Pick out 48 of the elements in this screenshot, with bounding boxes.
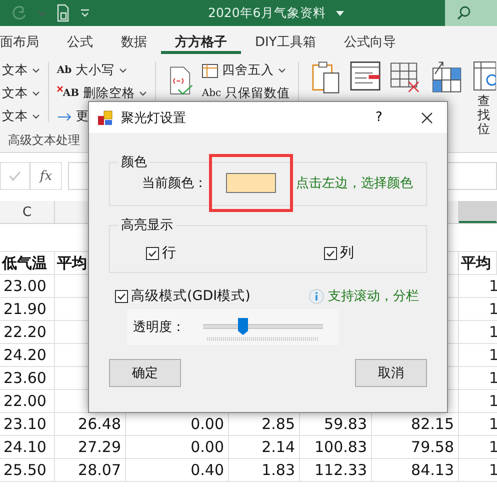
table-cell: 23.60 <box>4 369 46 387</box>
table-cell: 1 <box>489 392 497 410</box>
table-cell: 79.58 <box>411 438 454 456</box>
table-cell: 1 <box>489 415 497 433</box>
group-title: 高亮显示 <box>120 217 174 234</box>
table-cell: 23.10 <box>4 415 46 433</box>
header-cell: 平均 <box>461 254 491 272</box>
table-cell: 112.33 <box>314 461 367 479</box>
table-cell: 21.90 <box>4 300 46 318</box>
table-cell: 82.15 <box>411 415 454 433</box>
table-cell: 1 <box>489 461 497 479</box>
checkbox-label: 高级模式(GDI模式) <box>131 287 250 305</box>
table-cell: 28.07 <box>78 461 121 479</box>
table-cell: 24.10 <box>4 438 46 456</box>
table-cell: 1 <box>489 438 497 456</box>
table-cell: 25.50 <box>4 461 46 479</box>
window-title: 2020年6月气象资料 <box>208 5 326 22</box>
checkbox-label: 列 <box>340 244 354 262</box>
table-cell: 27.29 <box>78 438 121 456</box>
table-cell: 1 <box>489 277 497 295</box>
table-cell: 100.83 <box>314 438 367 456</box>
table-cell: 23.00 <box>4 277 46 295</box>
table-cell: 24.20 <box>4 346 46 364</box>
slider-label: 透明度： <box>133 319 185 336</box>
table-cell: 22.20 <box>4 323 46 341</box>
table-cell: 1 <box>489 300 497 318</box>
color-hint: 点击左边，选择颜色 <box>296 175 413 192</box>
table-cell: 22.00 <box>4 392 46 410</box>
table-cell: 0.00 <box>190 438 224 456</box>
dialog-title: 聚光灯设置 <box>121 110 187 126</box>
header-cell: 平均 <box>57 254 87 272</box>
table-cell: 2.85 <box>262 415 295 433</box>
table-cell: 26.48 <box>78 415 121 433</box>
table-cell: 1 <box>489 346 497 364</box>
info-note: 支持滚动，分栏 <box>328 288 419 305</box>
table-cell: 84.13 <box>411 461 454 479</box>
header-cell: 低气温 <box>2 254 47 272</box>
table-cell: 1.83 <box>262 461 295 479</box>
group-title: 颜色 <box>120 154 148 171</box>
table-cell: 1 <box>489 369 497 387</box>
table-cell: 59.83 <box>324 415 367 433</box>
group-label: 高级文本处理 <box>8 132 80 148</box>
table-cell: 0.40 <box>190 461 224 479</box>
checkbox-label: 行 <box>162 244 176 262</box>
table-cell: 1 <box>489 323 497 341</box>
table-cell: 2.14 <box>262 438 295 456</box>
color-label: 当前颜色： <box>142 175 207 192</box>
table-cell: 0.00 <box>190 415 224 433</box>
